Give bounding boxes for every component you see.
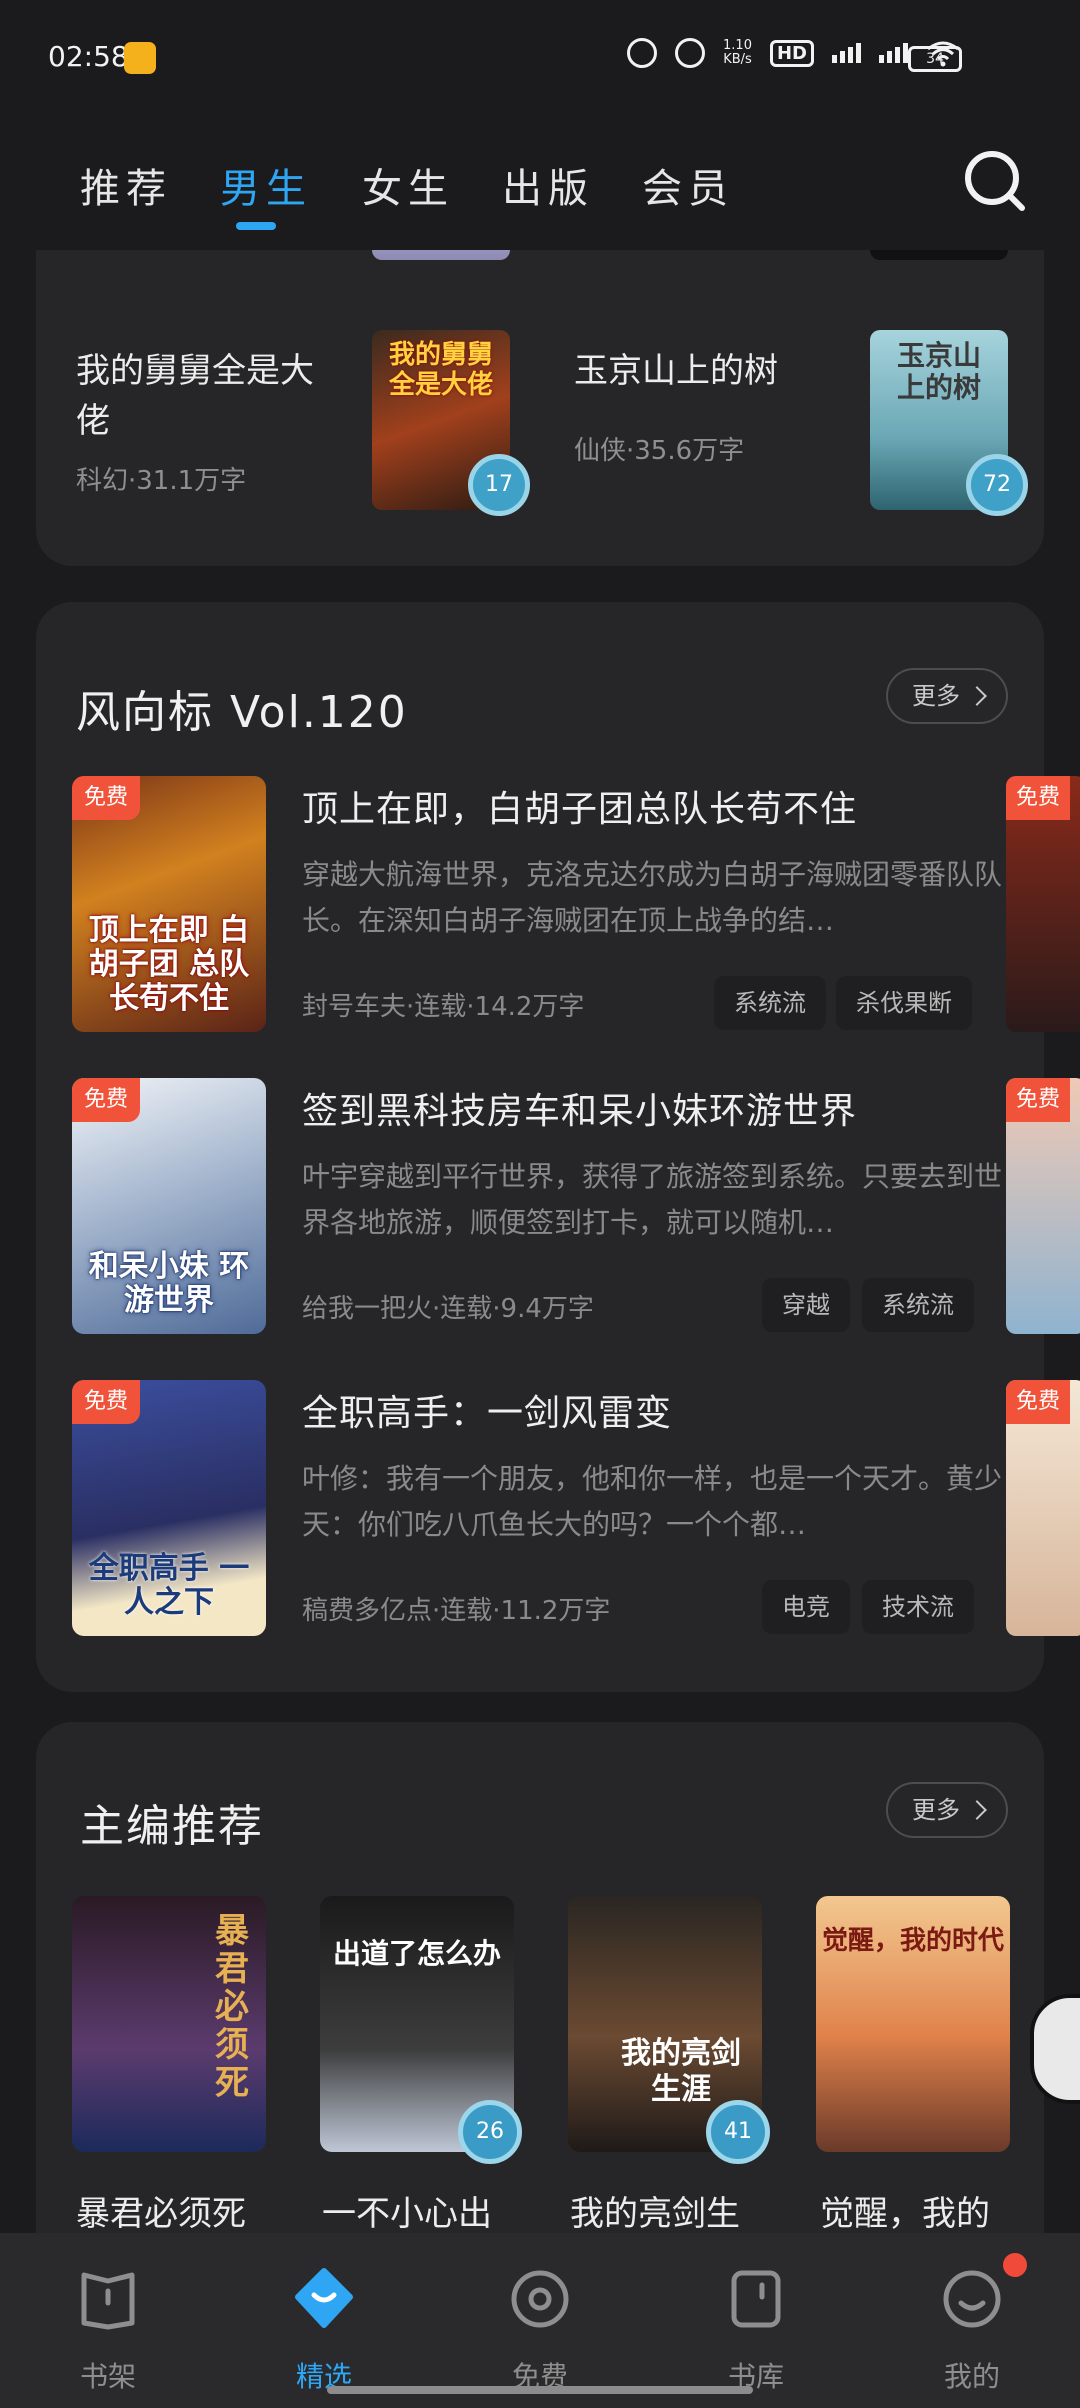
mute-icon: [675, 38, 706, 68]
battery-icon: 34: [908, 46, 962, 72]
nav-me[interactable]: 我的: [912, 2267, 1032, 2395]
tab-publish[interactable]: 出版: [502, 156, 594, 214]
active-tab-indicator: [236, 222, 276, 230]
book-cover[interactable]: 暴君必须死: [72, 1896, 266, 2152]
featured-icon: [295, 2268, 353, 2328]
tag-chip[interactable]: 杀伐果断: [836, 976, 972, 1030]
bottom-nav: 书架 精选 免费 书库 我的: [0, 2233, 1080, 2408]
tag-chip[interactable]: 穿越: [762, 1278, 850, 1332]
list-item[interactable]: 顶上在即 白胡子团 总队长苟不住 免费 顶上在即，白胡子团总队长苟不住 穿越大航…: [36, 776, 1080, 1032]
cover-title: 全职高手 一人之下: [88, 1551, 250, 1620]
rank-badge: 26: [458, 2100, 522, 2164]
bookshelf-icon: [81, 2272, 135, 2330]
free-tag: 免费: [1006, 1380, 1071, 1424]
notification-dot: [1003, 2253, 1027, 2277]
tab-recommend[interactable]: 推荐: [80, 156, 172, 214]
library-icon: [731, 2270, 781, 2328]
nav-library[interactable]: 书库: [696, 2267, 816, 2395]
cover-title: 出道了怎么办: [332, 1937, 501, 1970]
hd-icon: HD: [769, 39, 814, 67]
signal-icon-2: [879, 43, 908, 63]
nav-label: 我的: [943, 2360, 1000, 2393]
book-title[interactable]: 全职高手：一剑风雷变: [302, 1384, 672, 1436]
rank-badge: 17: [468, 454, 530, 516]
home-indicator[interactable]: [327, 2386, 753, 2394]
rank-badge: 41: [706, 2100, 770, 2164]
cover-title: 顶上在即 白胡子团 总队长苟不住: [88, 913, 250, 1016]
free-tag: 免费: [72, 776, 141, 820]
cover-title: 觉醒，我的时代: [821, 1926, 1004, 1956]
book-meta: 科幻·31.1万字: [76, 466, 247, 496]
list-item[interactable]: 全职高手 一人之下 免费 全职高手：一剑风雷变 叶修：我有一个朋友，他和你一样，…: [36, 1380, 1080, 1636]
book-title[interactable]: 一不小心出: [322, 2186, 492, 2233]
book-description: 穿越大航海世界，克洛克达尔成为白胡子海贼团零番队队长。在深知白胡子海贼团在顶上战…: [302, 858, 1003, 937]
nav-bookshelf[interactable]: 书架: [48, 2267, 168, 2395]
book-meta: 给我一把火·连载·9.4万字: [302, 1294, 594, 1324]
book-description: 叶宇穿越到平行世界，获得了旅游签到系统。只要去到世界各地旅游，顺便签到打卡，就可…: [302, 1160, 1003, 1239]
next-book-peek[interactable]: 免费: [1006, 776, 1080, 1032]
cover-title: 我的亮剑生涯: [621, 2036, 741, 2107]
tag-chip[interactable]: 系统流: [714, 976, 826, 1030]
cover-title: 和呆小妹 环游世界: [88, 1249, 250, 1318]
profile-icon: [943, 2270, 1001, 2328]
nav-free[interactable]: 免费: [480, 2267, 600, 2395]
book-meta: 稿费多亿点·连载·11.2万字: [302, 1596, 611, 1626]
tab-vip[interactable]: 会员: [642, 156, 734, 214]
more-button[interactable]: 更多: [886, 668, 1008, 724]
book-title[interactable]: 顶上在即，白胡子团总队长苟不住: [302, 780, 857, 832]
next-book-peek[interactable]: 免费: [1006, 1078, 1080, 1334]
ranking-card: 我的舅舅全是大佬 科幻·31.1万字 我的舅舅 全是大佬 17 玉京山上的树 仙侠…: [36, 250, 1044, 566]
tag-chip[interactable]: 技术流: [862, 1580, 974, 1634]
rank-badge: 72: [966, 454, 1028, 516]
tag-chip[interactable]: 系统流: [862, 1278, 974, 1332]
nav-label: 书架: [79, 2360, 136, 2393]
book-cover-partial[interactable]: [372, 250, 510, 260]
section-title: 风向标 Vol.120: [76, 687, 408, 738]
net-speed: 1.10 KB/s: [723, 38, 752, 67]
book-cover-partial[interactable]: [870, 250, 1008, 260]
cover-title: 暴君必须死: [215, 1911, 249, 2103]
more-button[interactable]: 更多: [886, 1782, 1008, 1838]
free-tag: 免费: [1006, 776, 1071, 820]
search-icon[interactable]: [962, 148, 1028, 214]
next-book-peek[interactable]: 免费: [1006, 1380, 1080, 1636]
book-title[interactable]: 我的舅舅全是大佬: [76, 346, 326, 446]
free-icon: [511, 2270, 569, 2328]
editor-book-row: 暴君必须死 暴君必须死 出道了怎么办 26 一不小心出 我的亮剑生涯 41 我的…: [0, 1896, 1080, 2233]
book-meta: 封号车夫·连载·14.2万字: [302, 992, 585, 1022]
book-cover[interactable]: 觉醒，我的时代: [816, 1896, 1010, 2152]
book-cover[interactable]: 全职高手 一人之下 免费: [72, 1380, 266, 1636]
free-tag: 免费: [1006, 1078, 1071, 1122]
book-title[interactable]: 签到黑科技房车和呆小妹环游世界: [302, 1082, 857, 1134]
section-title: 主编推荐: [80, 1801, 264, 1852]
book-cover[interactable]: 和呆小妹 环游世界 免费: [72, 1078, 266, 1334]
feed[interactable]: 我的舅舅全是大佬 科幻·31.1万字 我的舅舅 全是大佬 17 玉京山上的树 仙侠…: [0, 250, 1080, 2233]
book-title[interactable]: 暴君必须死: [76, 2186, 246, 2233]
floating-mascot[interactable]: [1030, 1994, 1080, 2104]
list-item[interactable]: 和呆小妹 环游世界 免费 签到黑科技房车和呆小妹环游世界 叶宇穿越到平行世界，获…: [36, 1078, 1080, 1334]
free-tag: 免费: [72, 1380, 141, 1424]
free-tag: 免费: [72, 1078, 141, 1122]
book-description: 叶修：我有一个朋友，他和你一样，也是一个天才。黄少天：你们吃八爪鱼长大的吗？一个…: [302, 1462, 1003, 1541]
alarm-icon: [627, 38, 658, 68]
top-nav: 推荐 男生 女生 出版 会员: [0, 120, 1080, 250]
app-notification-icon: [124, 42, 156, 74]
tag-chip[interactable]: 电竞: [762, 1580, 850, 1634]
book-cover[interactable]: 顶上在即 白胡子团 总队长苟不住 免费: [72, 776, 266, 1032]
signal-icon: [832, 43, 861, 63]
book-title[interactable]: 觉醒，我的: [820, 2186, 990, 2233]
book-title[interactable]: 我的亮剑生: [570, 2186, 740, 2233]
tab-male[interactable]: 男生: [220, 156, 312, 214]
status-time: 02:58: [48, 40, 129, 73]
tab-female[interactable]: 女生: [362, 156, 454, 214]
status-bar: 02:58 1.10 KB/s HD 34: [0, 0, 1080, 120]
nav-featured[interactable]: 精选: [264, 2267, 384, 2395]
book-title[interactable]: 玉京山上的树: [574, 346, 824, 396]
book-meta: 仙侠·35.6万字: [574, 436, 745, 466]
